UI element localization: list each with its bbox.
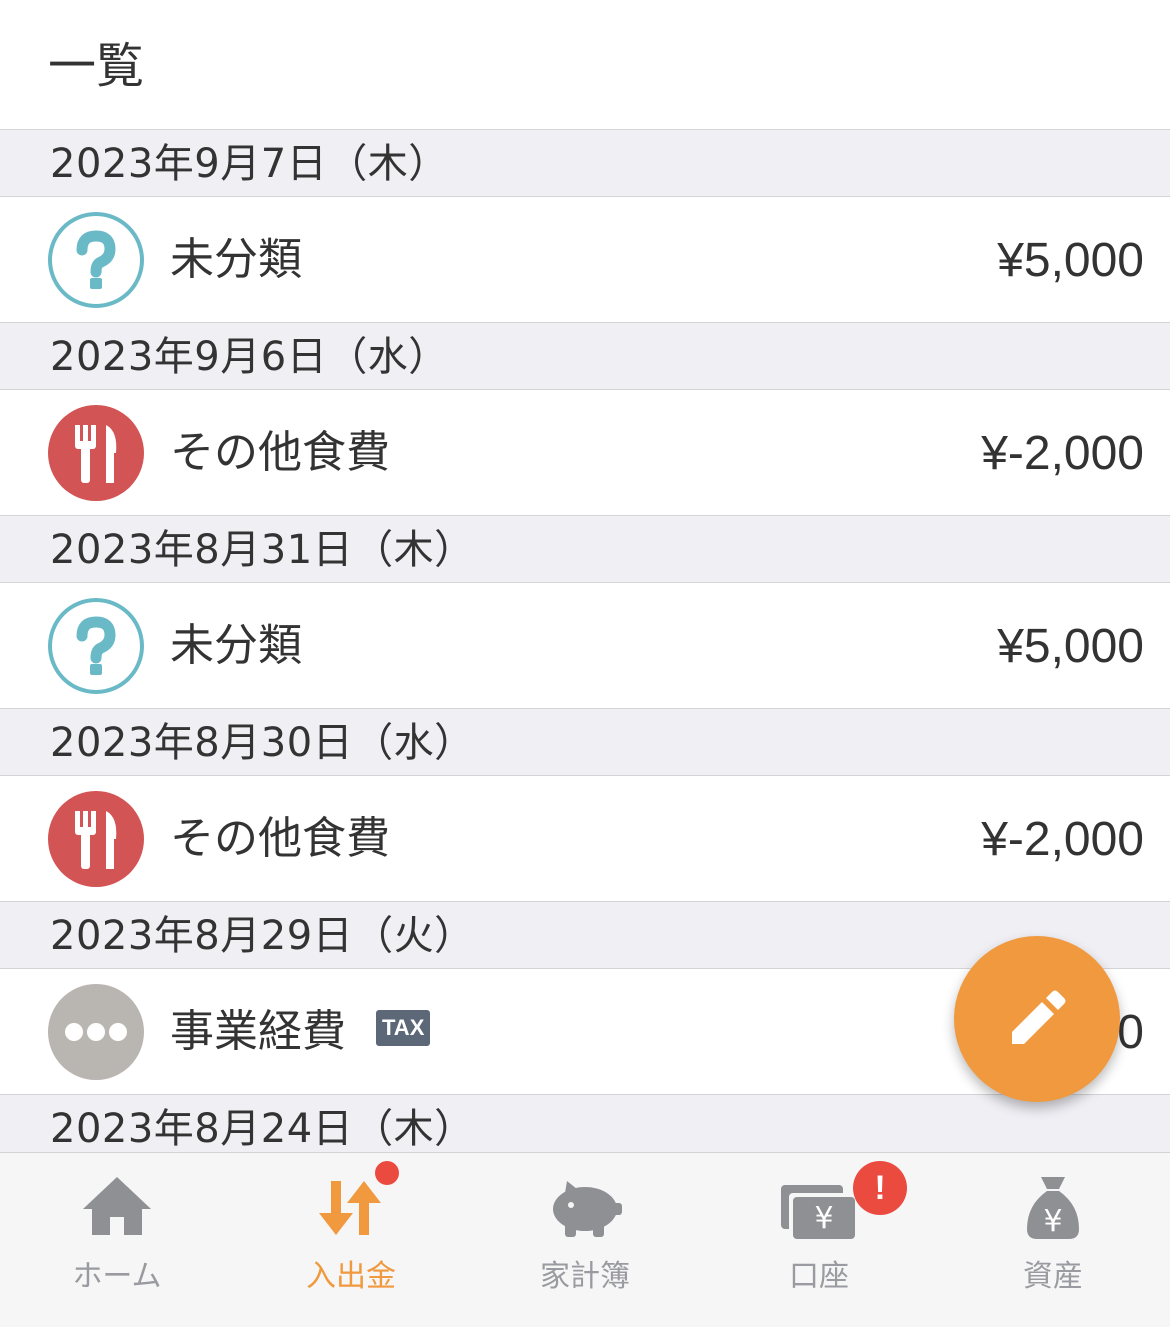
alert-badge: ! — [853, 1161, 907, 1215]
tab-household-budget[interactable]: 家計簿 — [468, 1153, 702, 1328]
category-text: 事業経費 — [170, 1006, 346, 1057]
category-label: 未分類 — [170, 234, 302, 285]
money-bag-yen-icon: ¥ — [1013, 1173, 1093, 1243]
notification-dot — [375, 1161, 399, 1185]
transaction-row[interactable]: その他食費 ¥-2,000 — [0, 776, 1170, 902]
wallet-yen-icon: ¥ — [779, 1173, 859, 1243]
tab-home[interactable]: ホーム — [0, 1153, 234, 1328]
amount: ¥-2,000 — [981, 813, 1144, 866]
tab-transactions[interactable]: 入出金 — [234, 1153, 468, 1328]
tab-accounts[interactable]: ¥ ! 口座 — [702, 1153, 936, 1328]
transaction-row[interactable]: その他食費 ¥-2,000 — [0, 390, 1170, 516]
home-icon — [77, 1173, 157, 1243]
tab-label: 入出金 — [306, 1259, 396, 1294]
tab-label: ホーム — [72, 1259, 162, 1294]
amount: ¥5,000 — [997, 620, 1144, 673]
svg-text:¥: ¥ — [814, 1201, 833, 1236]
date-header: 2023年8月30日（水） — [0, 709, 1170, 776]
date-header: 2023年8月31日（木） — [0, 516, 1170, 583]
question-icon — [48, 212, 144, 308]
fork-knife-icon — [48, 791, 144, 887]
amount: ¥5,000 — [997, 234, 1144, 287]
tab-bar: ホーム 入出金 家計簿 ¥ ! 口座 ¥ 資産 — [0, 1152, 1170, 1327]
question-icon — [48, 598, 144, 694]
date-header: 2023年9月6日（水） — [0, 323, 1170, 390]
more-dots-icon — [48, 984, 144, 1080]
tab-label: 口座 — [789, 1259, 849, 1294]
fork-knife-icon — [48, 405, 144, 501]
svg-text:¥: ¥ — [1043, 1204, 1062, 1239]
piggy-bank-icon — [545, 1173, 625, 1243]
tab-label: 家計簿 — [540, 1259, 630, 1294]
category-label: 未分類 — [170, 620, 302, 671]
category-label: 事業経費 TAX — [170, 1005, 431, 1059]
app-header: 一覧 — [0, 0, 1170, 130]
date-header: 2023年9月7日（木） — [0, 130, 1170, 197]
amount: 0 — [1117, 1006, 1144, 1059]
category-label: その他食費 — [170, 813, 390, 864]
transaction-row[interactable]: 未分類 ¥5,000 — [0, 583, 1170, 709]
tab-assets[interactable]: ¥ 資産 — [936, 1153, 1170, 1328]
tab-label: 資産 — [1023, 1259, 1083, 1294]
amount: ¥-2,000 — [981, 427, 1144, 480]
transaction-row[interactable]: 未分類 ¥5,000 — [0, 197, 1170, 323]
tax-badge: TAX — [376, 1010, 431, 1046]
page-title: 一覧 — [48, 38, 145, 94]
add-entry-button[interactable] — [954, 936, 1120, 1102]
category-label: その他食費 — [170, 427, 390, 478]
transfer-arrows-icon — [311, 1173, 391, 1243]
